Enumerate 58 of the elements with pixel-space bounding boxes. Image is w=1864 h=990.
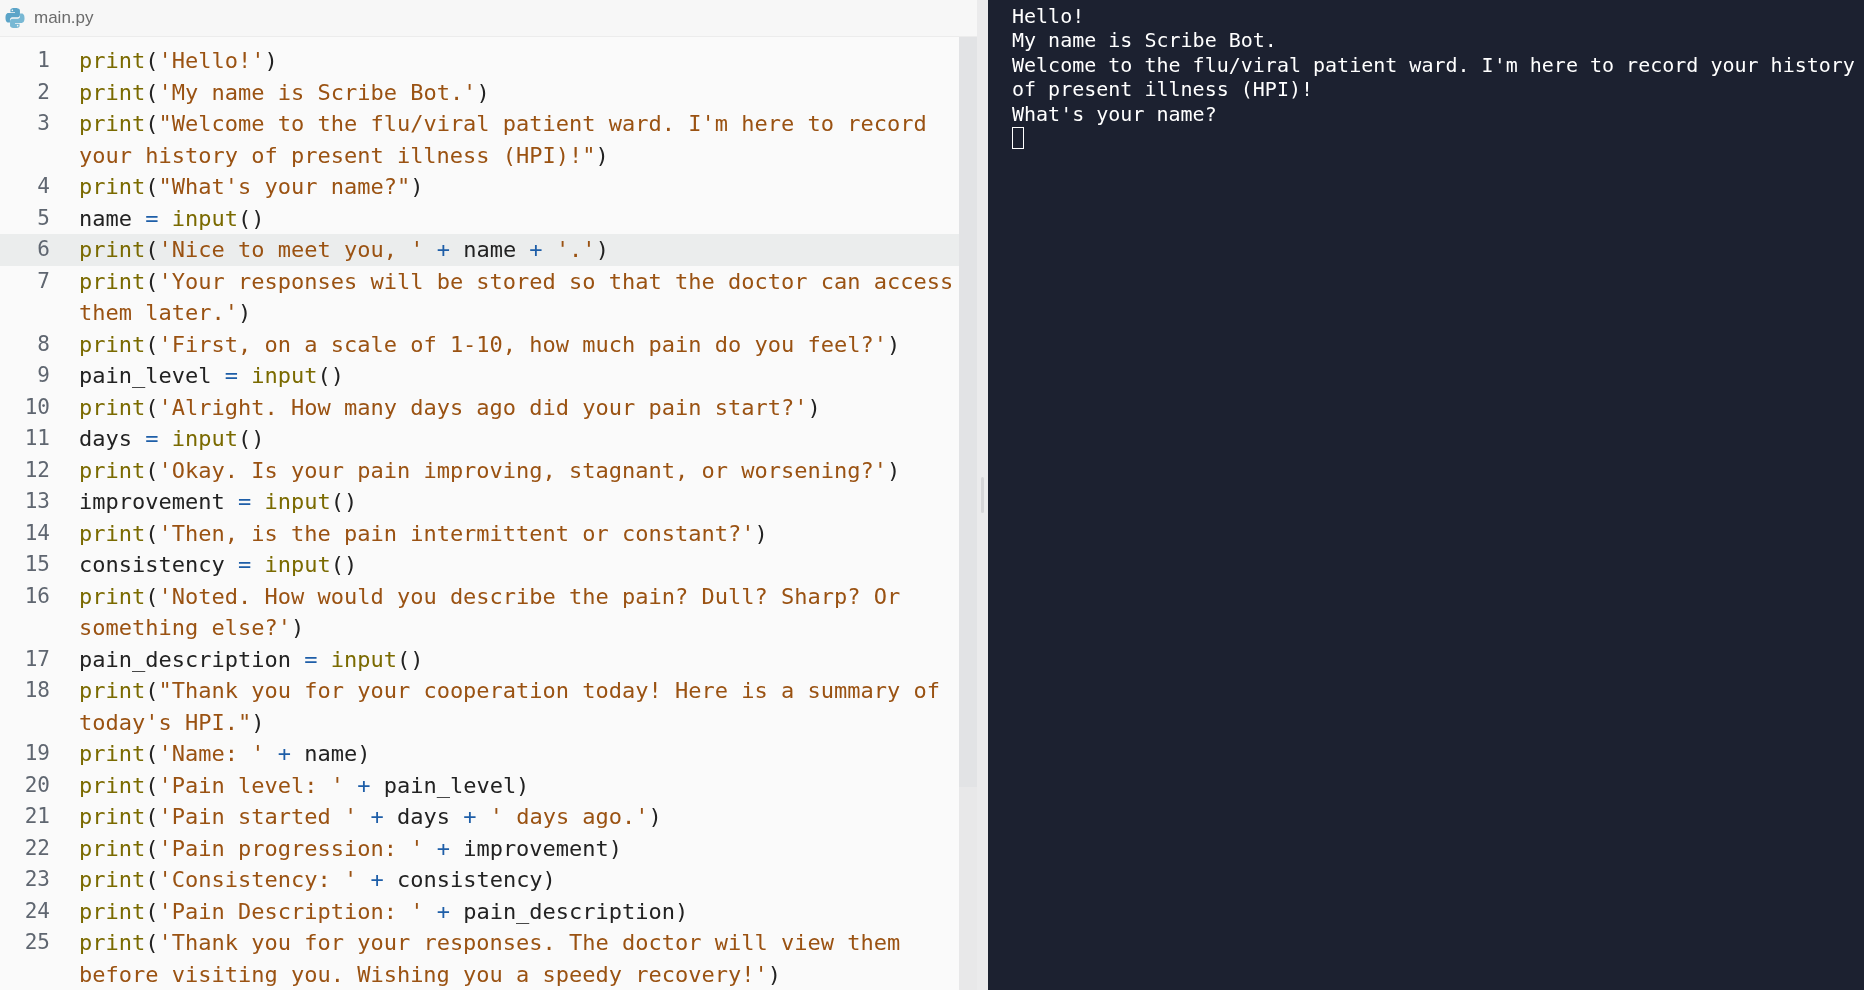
code-line: print('Thank you for your responses. The doctor will view them before visiting you. Wishing you a speedy recovery!') xyxy=(79,929,902,989)
line-number: 8 xyxy=(36,330,50,358)
line-number: 7 xyxy=(36,267,50,295)
line-number: 21 xyxy=(23,803,50,830)
code-line: print('Hello!') xyxy=(79,47,279,75)
line-number: 18 xyxy=(23,677,50,704)
line-number: 23 xyxy=(23,866,50,893)
console-output-line: My name is Scribe Bot. xyxy=(1012,28,1278,53)
code-line: print('First, on a scale of 1-10, how much pain do you feel?') xyxy=(79,330,902,359)
line-number: 9 xyxy=(36,362,50,389)
console-output-line: What's your name? xyxy=(1012,101,1218,127)
line-number: 15 xyxy=(23,551,50,578)
code-line: print('Consistency: ' + consistency) xyxy=(79,866,557,894)
code-line: print('My name is Scribe Bot.') xyxy=(79,78,491,107)
line-number: 10 xyxy=(23,393,50,421)
python-logo-icon xyxy=(4,7,26,29)
scrollbar-thumb[interactable] xyxy=(959,37,977,787)
code-line: print("What's your name?") xyxy=(79,173,425,201)
line-number: 24 xyxy=(23,897,50,925)
line-number: 16 xyxy=(23,582,50,610)
code-line: print('Name: ' + name) xyxy=(79,740,372,768)
console-output-line: Hello! xyxy=(1012,4,1086,29)
line-number: 17 xyxy=(23,645,50,673)
code-line: print('Your responses will be stored so that the doctor can access them later.') xyxy=(79,267,955,327)
line-number: 4 xyxy=(36,173,50,200)
code-line: pain_level = input() xyxy=(79,362,345,390)
code-line: print('Pain progression: ' + improvement) xyxy=(79,834,624,863)
code-line: print("Welcome to the flu/viral patient ward. I'm here to record your history of present illness (HPI)!") xyxy=(79,110,928,170)
line-number: 6 xyxy=(36,236,50,263)
code-line: print('Pain Description: ' + pain_description) xyxy=(79,897,690,926)
code-line: print('Alright. How many days ago did your pain start?') xyxy=(79,393,822,422)
line-number: 14 xyxy=(23,519,50,547)
line-number: 12 xyxy=(23,456,50,484)
code-line: print("Thank you for your cooperation today! Here is a summary of today's HPI.") xyxy=(79,677,941,737)
line-number: 1 xyxy=(36,47,50,74)
line-number: 5 xyxy=(36,204,50,232)
line-number: 19 xyxy=(23,740,50,767)
code-line: pain_description = input() xyxy=(79,645,425,674)
code-line: print('Nice to meet you, ' + name + '.') xyxy=(79,236,610,264)
text-cursor xyxy=(1012,127,1024,150)
code-line: print('Then, is the pain intermittent or constant?') xyxy=(79,519,769,548)
line-number: 22 xyxy=(23,834,50,862)
line-number: 3 xyxy=(36,110,50,137)
code-line: print('Pain level: ' + pain_level) xyxy=(79,771,531,800)
code-line: print('Pain started ' + days + ' days ago.') xyxy=(79,803,663,831)
code-line: print('Okay. Is your pain improving, stagnant, or worsening?') xyxy=(79,456,902,485)
file-tab[interactable]: main.py xyxy=(34,5,94,31)
line-number: 2 xyxy=(36,78,50,106)
console-output-line: Welcome to the flu/viral patient ward. I'm here to record your history of present illness (HPI)! xyxy=(1012,52,1856,102)
line-number: 20 xyxy=(23,771,50,799)
line-number: 13 xyxy=(23,488,50,515)
code-line: days = input() xyxy=(79,425,266,453)
line-number: 11 xyxy=(23,425,50,452)
code-line: improvement = input() xyxy=(79,488,359,516)
code-line: print('Noted. How would you describe the pain? Dull? Sharp? Or something else?') xyxy=(79,582,902,642)
code-line: name = input() xyxy=(79,204,266,233)
code-line: consistency = input() xyxy=(79,551,359,579)
line-number: 25 xyxy=(23,929,50,956)
